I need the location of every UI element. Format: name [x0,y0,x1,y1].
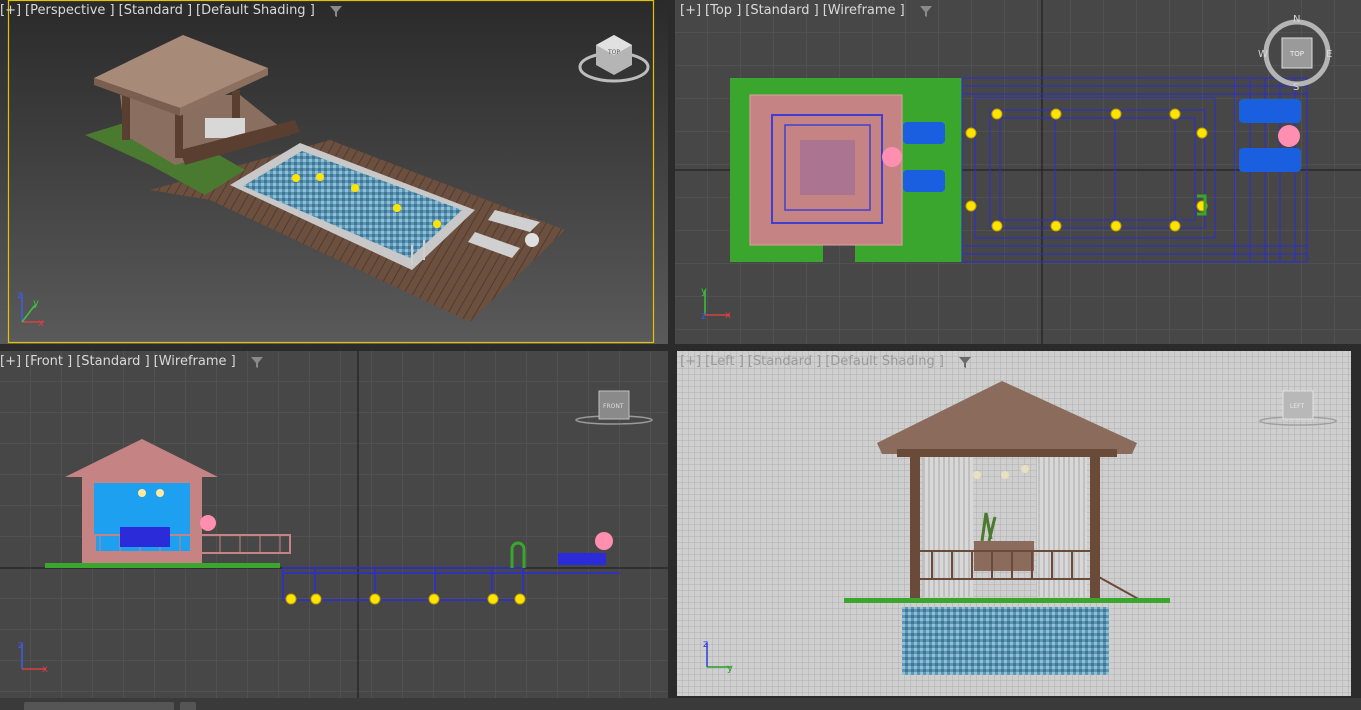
svg-text:N: N [1293,14,1300,25]
viewport-standard-menu[interactable]: [Standard ] [745,3,818,18]
svg-text:x: x [42,664,48,675]
viewport-label: [+] [Perspective ] [Standard ] [Default … [0,3,343,18]
viewport-standard-menu[interactable]: [Standard ] [119,3,192,18]
svg-text:W: W [1258,49,1268,60]
viewport-label: [+] [Left ] [Standard ] [Default Shading… [680,354,972,369]
viewport-front[interactable]: [+] [Front ] [Standard ] [Wireframe ] z … [0,351,668,698]
viewport-point-of-view-menu[interactable]: [Front ] [25,354,72,369]
top-scene: y x z TOP N S E W [675,0,1361,344]
svg-text:FRONT: FRONT [603,403,624,410]
viewport-menu-plus[interactable]: [+] [0,354,21,369]
svg-text:y: y [727,663,733,674]
viewport-shading-menu[interactable]: [Wireframe ] [154,354,236,369]
viewport-menu-plus[interactable]: [+] [680,354,701,369]
viewport-standard-menu[interactable]: [Standard ] [748,354,821,369]
left-scene: z y LEFT [677,351,1351,696]
svg-text:z: z [703,639,708,650]
viewport-point-of-view-menu[interactable]: [Left ] [705,354,744,369]
viewport-standard-menu[interactable]: [Standard ] [76,354,149,369]
svg-text:E: E [1326,49,1332,60]
viewport-shading-menu[interactable]: [Wireframe ] [823,3,905,18]
filter-icon[interactable] [329,4,343,18]
viewport-label: [+] [Front ] [Standard ] [Wireframe ] [0,354,264,369]
viewport-shading-menu[interactable]: [Default Shading ] [196,3,315,18]
viewport-left[interactable]: [+] [Left ] [Standard ] [Default Shading… [677,351,1351,696]
svg-text:TOP: TOP [1289,50,1304,58]
svg-text:x: x [725,310,731,321]
timeline-next-button[interactable] [180,702,196,710]
viewport-top[interactable]: [+] [Top ] [Standard ] [Wireframe ] y x … [675,0,1361,344]
viewport-point-of-view-menu[interactable]: [Top ] [705,3,741,18]
viewport-point-of-view-menu[interactable]: [Perspective ] [25,3,115,18]
timeline-slider[interactable] [24,702,174,710]
filter-icon[interactable] [919,4,933,18]
viewport-menu-plus[interactable]: [+] [680,3,701,18]
timeline-strip [0,698,1361,710]
filter-icon[interactable] [958,355,972,369]
viewport-label: [+] [Top ] [Standard ] [Wireframe ] [680,3,933,18]
viewport-menu-plus[interactable]: [+] [0,3,21,18]
viewport-perspective[interactable]: [+] [Perspective ] [Standard ] [Default … [0,0,668,344]
front-scene: z x FRONT [0,351,668,698]
viewport-shading-menu[interactable]: [Default Shading ] [825,354,944,369]
svg-text:z: z [17,290,22,301]
svg-text:TOP: TOP [607,49,620,56]
perspective-scene: z y x TOP [0,0,668,344]
svg-text:z: z [701,311,706,322]
filter-icon[interactable] [250,355,264,369]
svg-text:y: y [33,298,39,309]
svg-text:z: z [18,640,23,651]
svg-text:S: S [1293,82,1299,93]
svg-text:y: y [701,286,707,297]
svg-text:x: x [38,318,44,329]
pool-section [902,607,1109,675]
svg-text:LEFT: LEFT [1290,403,1304,410]
